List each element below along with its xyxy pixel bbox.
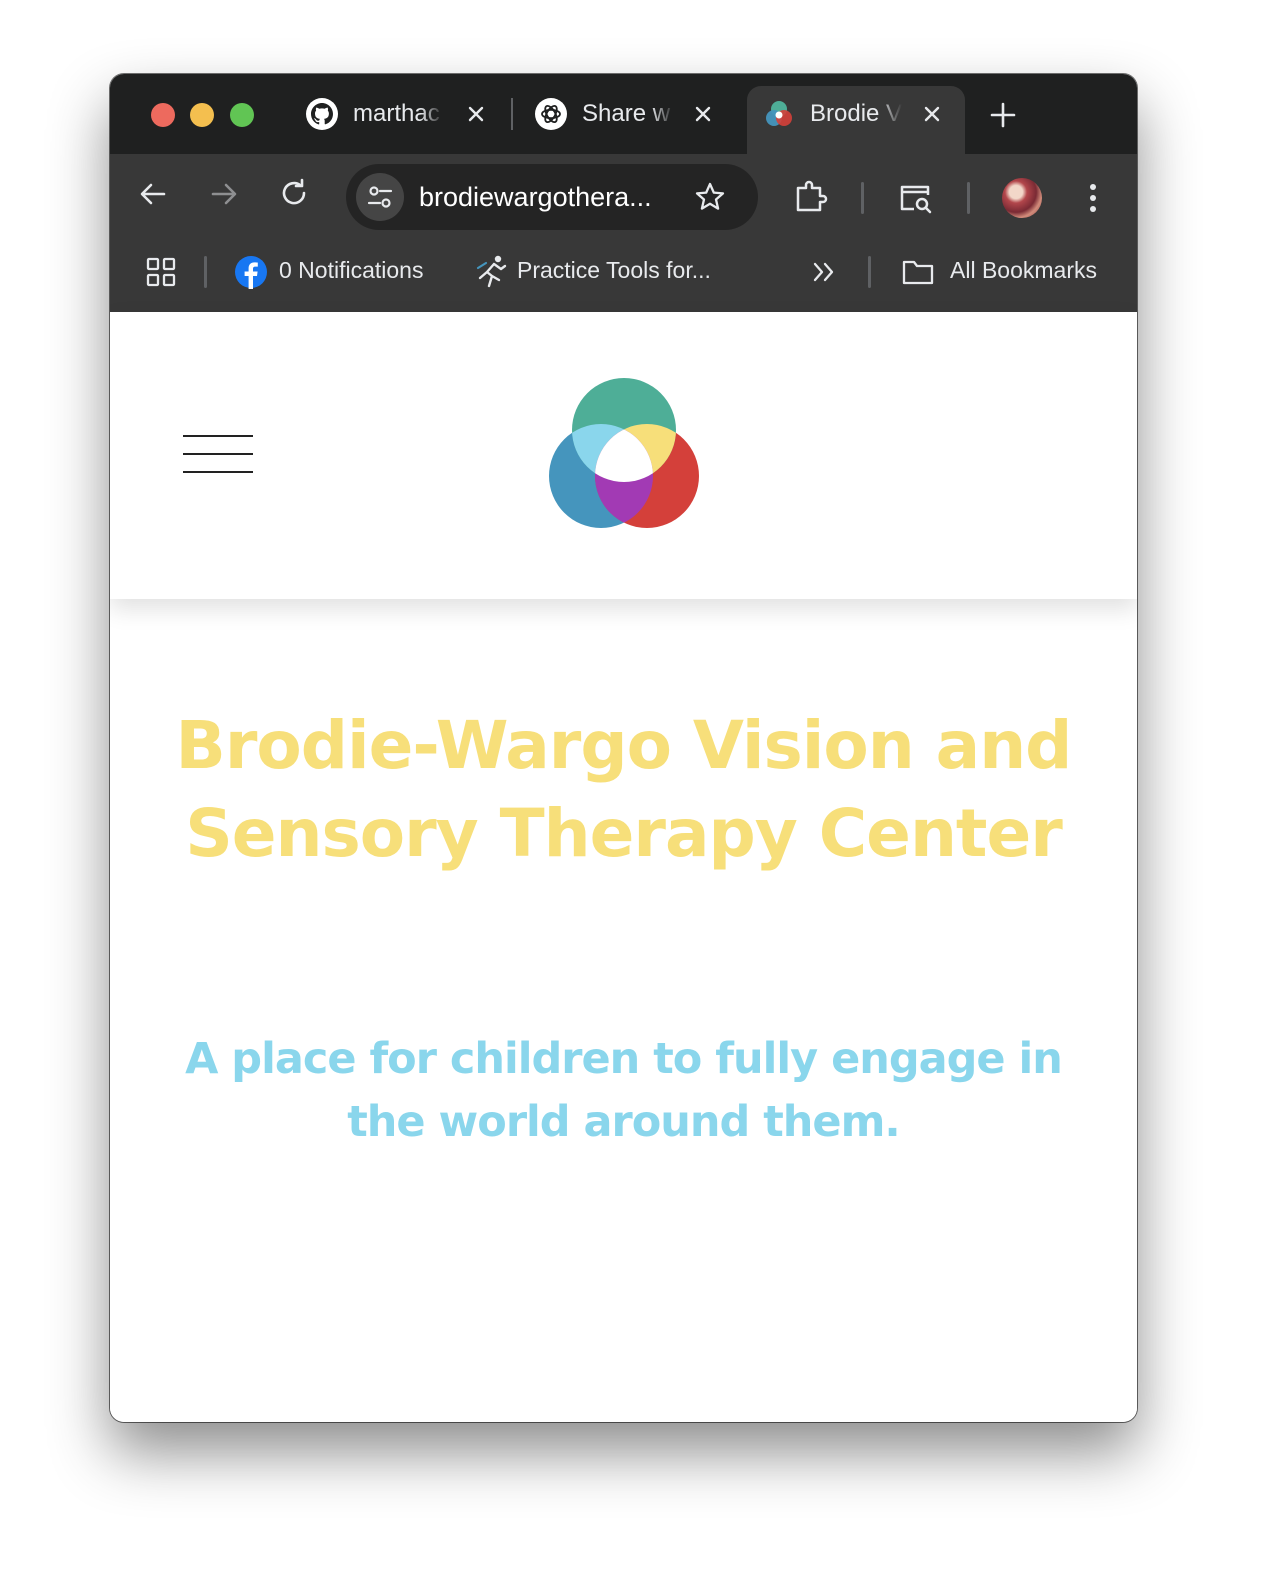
bookmark-star-icon[interactable] <box>694 181 726 213</box>
browser-window: marthac Share w Brodie V brodiewargother… <box>110 74 1137 1422</box>
more-menu-icon[interactable] <box>1080 179 1106 217</box>
toolbar-separator <box>967 182 970 214</box>
close-window-button[interactable] <box>151 103 175 127</box>
address-bar[interactable]: brodiewargothera... <box>346 164 758 230</box>
more-bookmarks-icon[interactable] <box>810 259 838 285</box>
extensions-icon[interactable] <box>792 178 830 216</box>
tune-icon <box>367 186 393 208</box>
all-bookmarks[interactable]: All Bookmarks <box>950 257 1097 284</box>
tab-chatgpt[interactable]: Share w <box>534 86 724 154</box>
site-logo-icon <box>766 101 792 126</box>
forward-icon[interactable] <box>206 176 242 212</box>
page-subtitle: A place for children to fully engage in … <box>185 1034 1063 1147</box>
page-title: Brodie-Wargo Vision and Sensory Therapy … <box>175 707 1073 872</box>
url-text[interactable]: brodiewargothera... <box>419 182 674 213</box>
new-tab-icon[interactable] <box>988 100 1018 130</box>
runner-icon <box>476 255 507 288</box>
tab-title: marthac <box>353 100 440 127</box>
toolbar-separator <box>861 182 864 214</box>
apps-grid-icon[interactable] <box>146 257 176 287</box>
bookmark-notifications[interactable]: 0 Notifications <box>279 257 423 284</box>
browser-toolbar: brodiewargothera... <box>110 154 1137 234</box>
minimize-window-button[interactable] <box>190 103 214 127</box>
facebook-icon <box>235 256 267 289</box>
github-icon <box>306 98 338 130</box>
reload-icon[interactable] <box>277 176 313 212</box>
back-icon[interactable] <box>135 176 171 212</box>
bookmark-practice-tools[interactable]: Practice Tools for... <box>517 257 711 284</box>
site-logo[interactable] <box>548 376 700 530</box>
tab-brodie[interactable]: Brodie V <box>762 86 952 154</box>
page-content: Brodie-Wargo Vision and Sensory Therapy … <box>110 312 1137 1422</box>
site-info-button[interactable] <box>356 173 404 221</box>
tab-strip: marthac Share w Brodie V <box>110 74 1137 156</box>
bookmarks-separator <box>868 256 871 288</box>
close-tab-icon[interactable] <box>465 103 487 125</box>
tab-github[interactable]: marthac <box>305 86 495 154</box>
tab-title: Brodie V <box>810 100 902 127</box>
zoom-window-button[interactable] <box>230 103 254 127</box>
folder-icon <box>902 260 934 285</box>
hamburger-menu-icon[interactable] <box>183 435 253 475</box>
close-tab-icon[interactable] <box>921 103 943 125</box>
tab-separator <box>511 98 513 130</box>
tab-search-icon[interactable] <box>897 179 935 217</box>
profile-avatar[interactable] <box>1002 178 1042 218</box>
close-tab-icon[interactable] <box>692 103 714 125</box>
tab-title: Share w <box>582 100 671 127</box>
bookmarks-separator <box>204 256 207 288</box>
bookmarks-bar: 0 Notifications Practice Tools for... Al… <box>110 234 1137 312</box>
site-header <box>110 312 1137 599</box>
openai-icon <box>535 98 567 130</box>
